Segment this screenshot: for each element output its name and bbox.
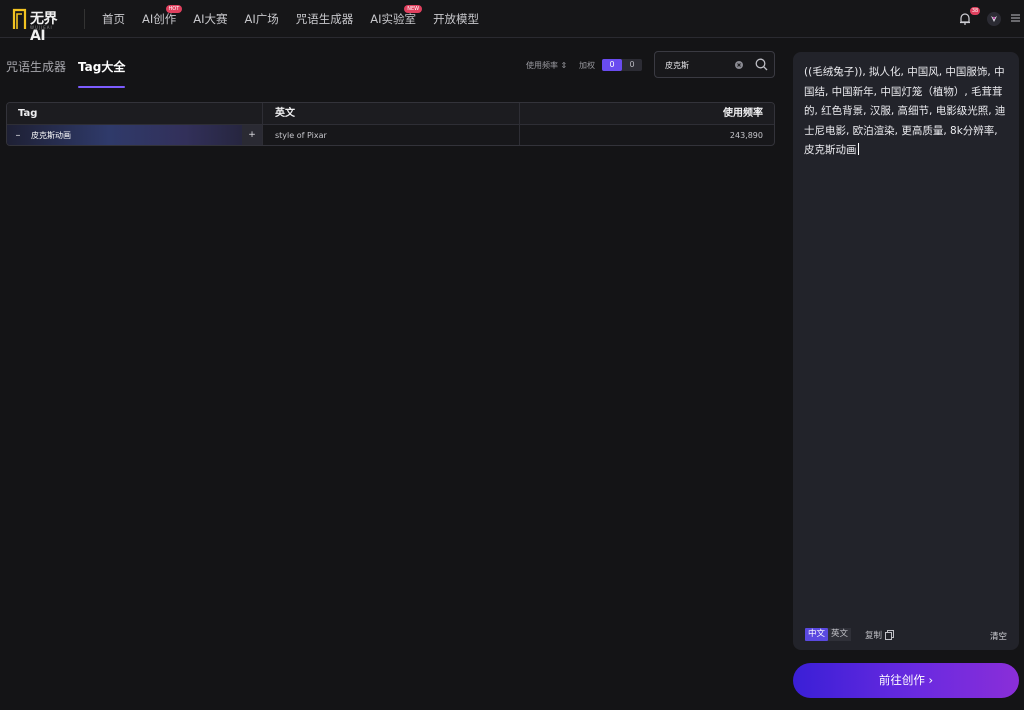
sort-by-frequency[interactable]: 使用频率 ⇕ [526,60,567,71]
bell-icon[interactable] [958,12,972,26]
lang-english-button[interactable]: 英文 [828,628,852,641]
top-bar: 无界AI WUJIEAI 首页 AI创作 HOT AI大赛 AI广场 咒语生成器 … [0,0,1024,44]
nav-item-ai-square[interactable]: AI广场 [245,0,279,38]
lang-chinese-button[interactable]: 中文 [805,628,829,641]
new-badge: NEW [404,5,423,13]
nav-item-home[interactable]: 首页 [102,0,125,38]
clear-button[interactable]: 清空 [990,630,1007,642]
weight-toggle-option-on[interactable]: 0 [602,59,622,71]
clear-search-icon[interactable] [735,61,743,69]
sort-label: 使用频率 [526,61,558,70]
copy-button[interactable]: 复制 [865,629,895,641]
column-header-frequency: 使用频率 [519,103,774,124]
tag-search [654,51,775,78]
tab-tag-list[interactable]: Tag大全 [78,58,126,88]
column-header-tag: Tag [18,108,38,119]
weight-toggle[interactable]: 0 0 [602,59,642,71]
add-tag-button[interactable]: + [242,125,262,145]
tag-table: Tag 英文 使用频率 – 皮克斯动画 + style of Pixar 243… [6,102,775,146]
copy-label: 复制 [865,631,883,641]
copy-icon [885,630,895,640]
tab-prompt-generator[interactable]: 咒语生成器 [6,58,66,88]
logo-subtext: WUJIEAI [30,25,53,30]
logo[interactable]: 无界AI WUJIEAI [12,7,70,44]
header-actions: 38 [934,0,1024,38]
english-cell: style of Pixar [262,125,519,145]
search-icon[interactable] [755,58,768,71]
main-nav: 首页 AI创作 HOT AI大赛 AI广场 咒语生成器 AI实验室 NEW 开放模型 [102,0,496,38]
tab-bar: 咒语生成器 Tag大全 [6,58,137,88]
text-caret [857,143,859,155]
language-switch: 中文 英文 [805,628,852,641]
table-header: Tag 英文 使用频率 [7,103,774,125]
column-header-english: 英文 [262,103,519,124]
prompt-text: ((毛绒兔子)), 拟人化, 中国风, 中国服饰, 中国结, 中国新年, 中国灯… [804,66,1006,156]
search-input[interactable] [665,58,731,72]
notification-count: 38 [970,7,980,15]
weight-label: 加权 [579,61,595,70]
nav-item-ai-create[interactable]: AI创作 HOT [142,0,183,38]
prompt-textarea[interactable]: ((毛绒兔子)), 拟人化, 中国风, 中国服饰, 中国结, 中国新年, 中国灯… [804,63,1010,161]
nav-item-open-models[interactable]: 开放模型 [433,0,479,38]
frequency-cell: 243,890 [519,125,774,145]
nav-item-ai-lab[interactable]: AI实验室 NEW [370,0,423,38]
prompt-panel: ((毛绒兔子)), 拟人化, 中国风, 中国服饰, 中国结, 中国新年, 中国灯… [793,52,1019,650]
tag-name: 皮克斯动画 [31,131,71,140]
menu-icon[interactable] [1011,14,1020,22]
table-row[interactable]: – 皮克斯动画 + style of Pixar 243,890 [7,125,774,145]
go-create-button[interactable]: 前往创作 › [793,663,1019,698]
remove-tag-button[interactable]: – [13,125,23,145]
avatar[interactable] [987,12,1001,26]
nav-item-ai-contest[interactable]: AI大赛 [193,0,227,38]
hot-badge: HOT [165,5,183,13]
nav-item-prompt-generator[interactable]: 咒语生成器 [296,0,354,38]
weight-toggle-option-off[interactable]: 0 [622,59,642,71]
sort-toggle-icon: ⇕ [560,61,568,70]
tag-cell: – 皮克斯动画 + [7,125,262,145]
logo-mark-icon [12,8,27,29]
nav-divider [84,9,85,29]
